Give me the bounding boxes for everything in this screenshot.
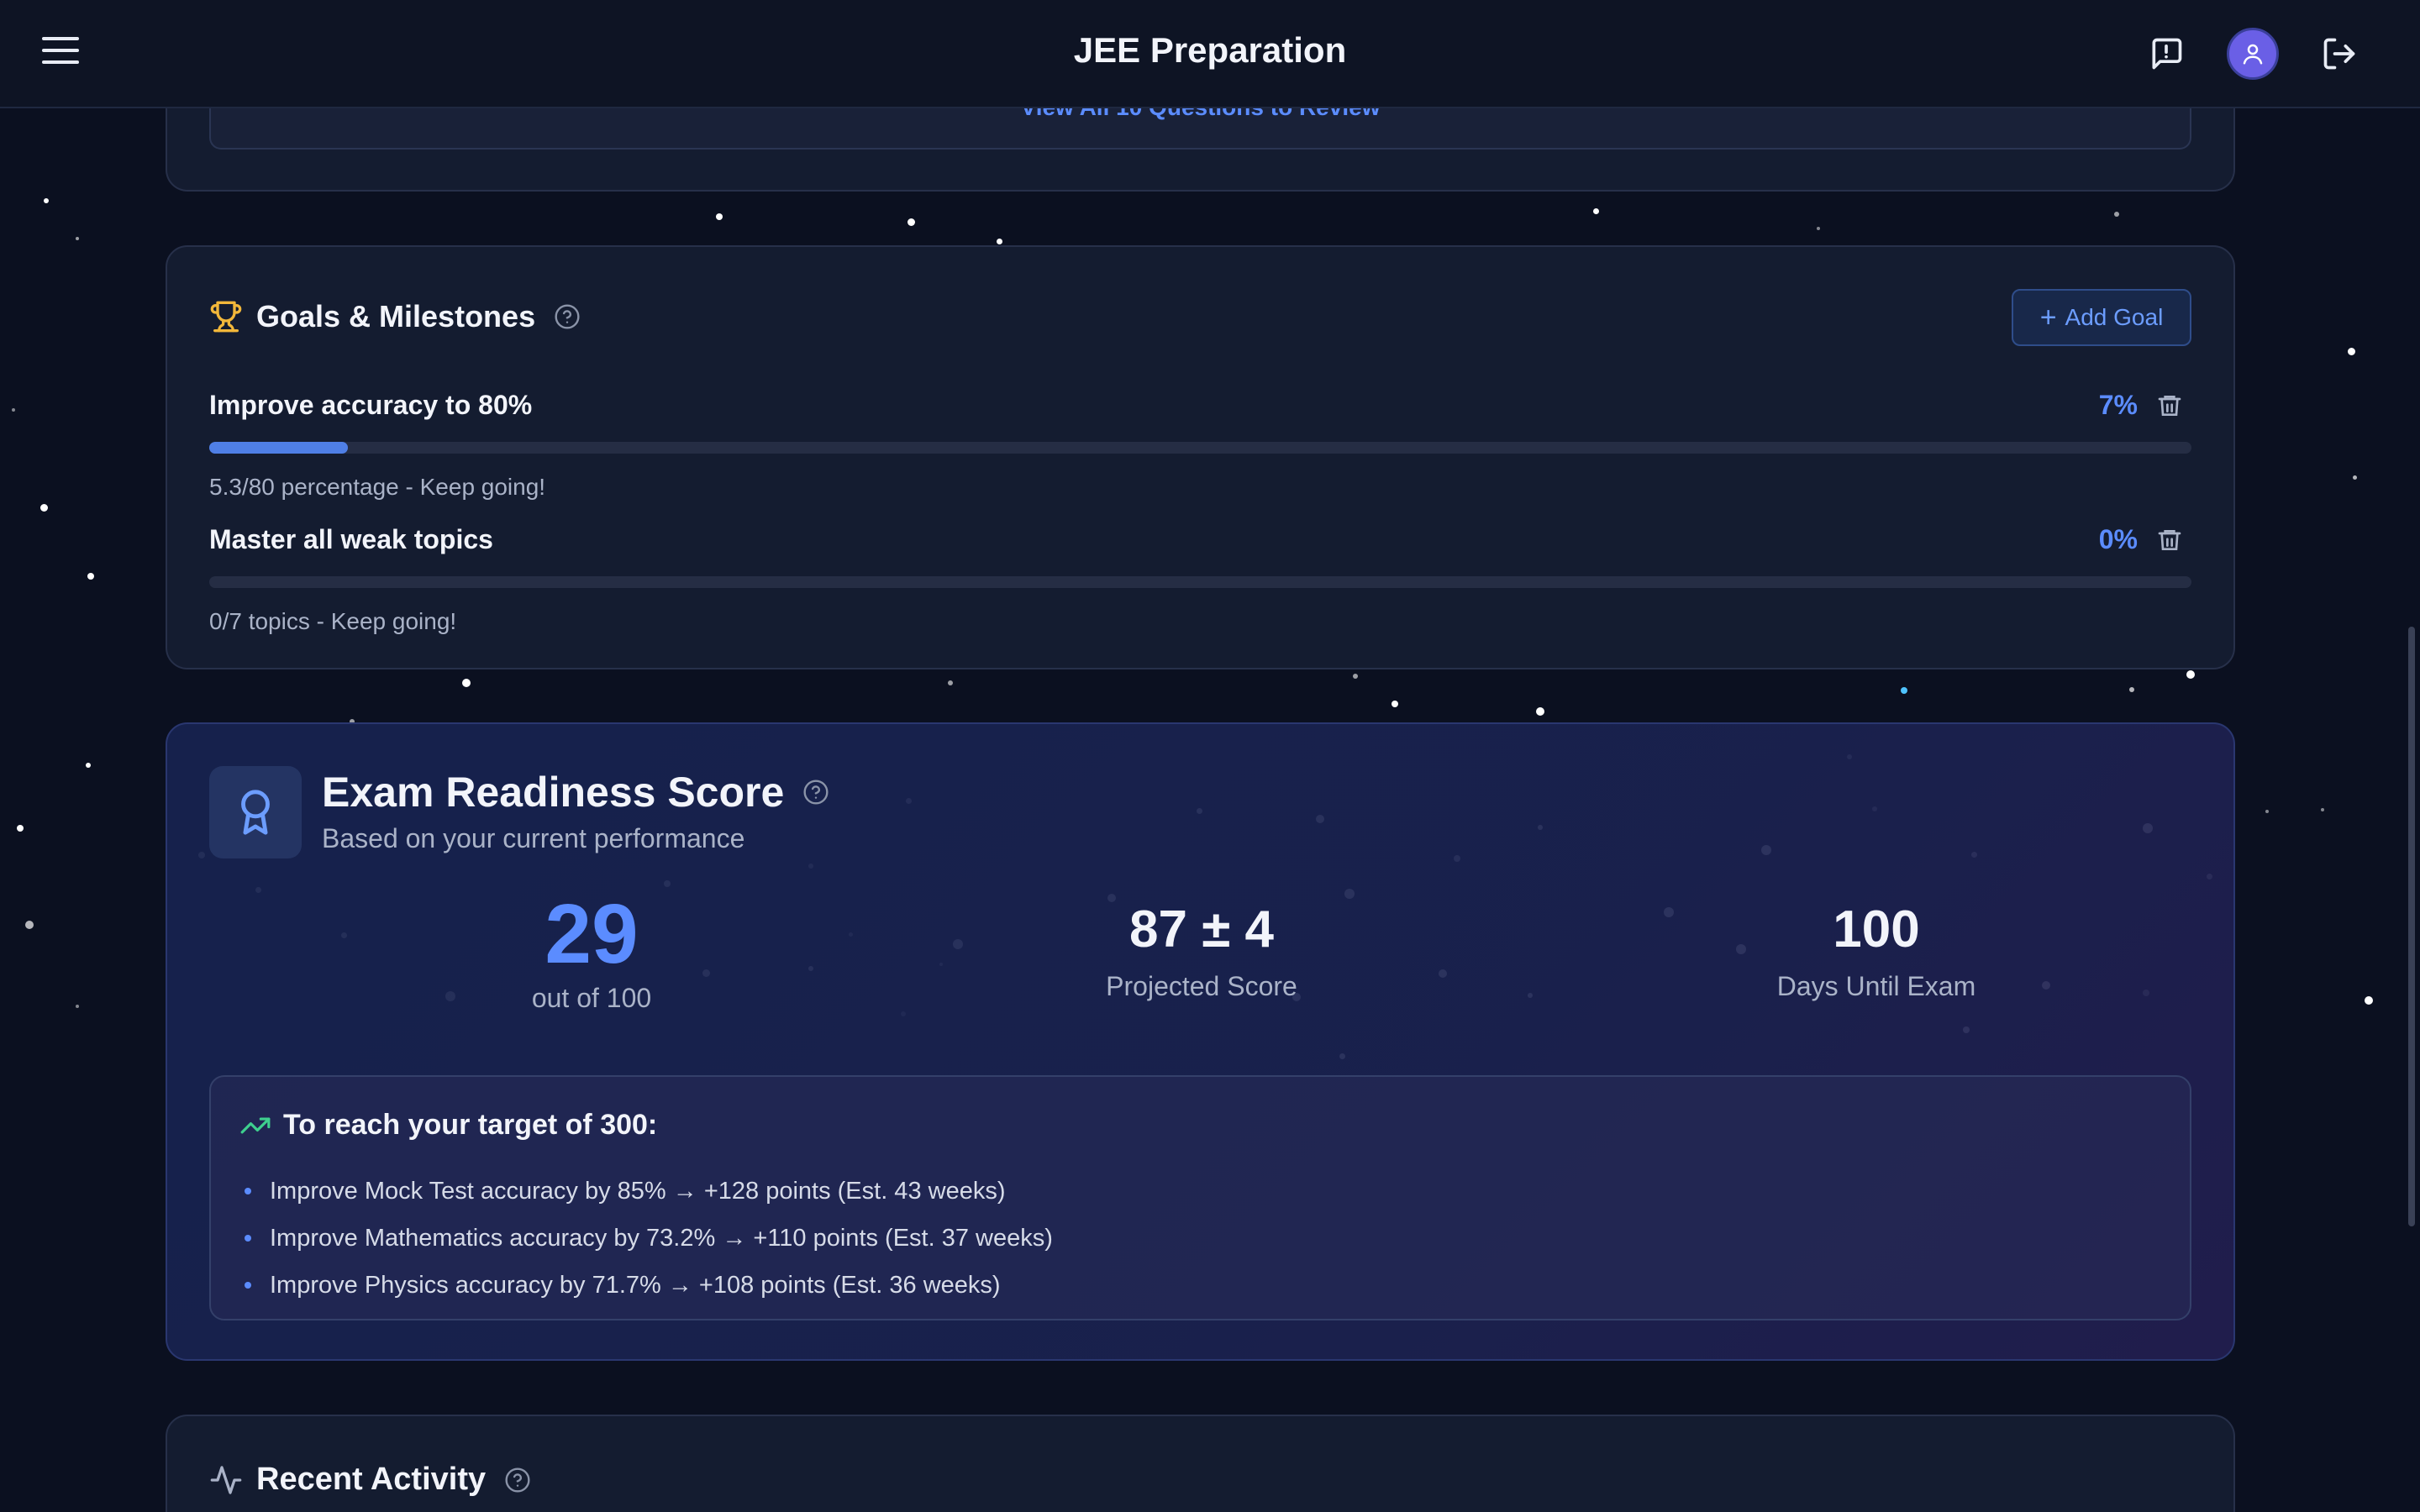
- logout-icon[interactable]: [2321, 35, 2358, 72]
- help-circle-icon[interactable]: [802, 779, 829, 806]
- projected-score-value: 87 ± 4: [1129, 900, 1274, 958]
- goals-card: Goals & Milestones + Add Goal Improve ac…: [166, 245, 2235, 669]
- activity-icon: [210, 1465, 242, 1494]
- days-until-exam-label: Days Until Exam: [1776, 971, 1976, 1001]
- top-app-bar: JEE Preparation: [0, 0, 2420, 108]
- improvement-tips-list: Improve Mock Test accuracy by 85% → +128…: [245, 1168, 1053, 1309]
- goal-percent: 0%: [2098, 524, 2138, 554]
- readiness-subtitle: Based on your current performance: [322, 823, 745, 853]
- goal-item: Improve accuracy to 80% 7% 5.3/80 percen…: [209, 390, 2191, 500]
- help-circle-icon[interactable]: [504, 1467, 531, 1494]
- days-until-exam-value: 100: [1833, 900, 1920, 958]
- goal-progress-fill: [209, 442, 349, 454]
- trending-up-icon: [240, 1117, 271, 1133]
- recent-activity-card: Recent Activity: [166, 1415, 2235, 1512]
- target-plan-box: To reach your target of 300: Improve Moc…: [209, 1075, 2191, 1320]
- projected-score-stat: 87 ± 4 Projected Score: [1034, 900, 1370, 1002]
- goal-title: Improve accuracy to 80%: [209, 390, 533, 420]
- list-item: Improve Mathematics accuracy by 73.2% → …: [245, 1215, 1053, 1262]
- exam-readiness-card: Exam Readiness Score Based on your curre…: [166, 722, 2235, 1361]
- tip-text: Improve Physics accuracy by 71.7% → +108…: [270, 1271, 1001, 1299]
- user-avatar[interactable]: [2227, 28, 2279, 80]
- trophy-icon: [210, 301, 242, 333]
- recent-activity-heading: Recent Activity: [256, 1462, 487, 1497]
- projected-score-label: Projected Score: [1106, 971, 1297, 1001]
- trash-icon[interactable]: [2156, 526, 2183, 554]
- list-item: Improve Mock Test accuracy by 85% → +128…: [245, 1168, 1053, 1215]
- user-icon: [2243, 44, 2263, 65]
- readiness-score-stat: 29 out of 100: [487, 892, 697, 1014]
- goals-heading: Goals & Milestones: [256, 299, 536, 333]
- readiness-heading: Exam Readiness Score: [322, 769, 785, 816]
- days-until-exam-stat: 100 Days Until Exam: [1708, 900, 2044, 1002]
- goal-note: 5.3/80 percentage - Keep going!: [209, 474, 546, 500]
- goal-title: Master all weak topics: [209, 524, 493, 554]
- goal-progress-track: [209, 442, 2191, 454]
- target-heading: To reach your target of 300:: [283, 1109, 658, 1141]
- add-goal-label: Add Goal: [2065, 304, 2164, 330]
- readiness-score-label: out of 100: [531, 983, 652, 1013]
- plus-icon: +: [2039, 302, 2057, 333]
- help-circle-icon[interactable]: [554, 303, 581, 330]
- tip-text: Improve Mathematics accuracy by 73.2% → …: [270, 1224, 1053, 1252]
- award-badge-icon: [209, 766, 302, 858]
- goal-note: 0/7 topics - Keep going!: [209, 608, 457, 634]
- add-goal-button[interactable]: + Add Goal: [2012, 289, 2191, 346]
- readiness-score-value: 29: [544, 887, 639, 981]
- list-item: Improve Physics accuracy by 71.7% → +108…: [245, 1262, 1053, 1309]
- trash-icon[interactable]: [2156, 391, 2183, 420]
- goal-percent: 7%: [2098, 390, 2138, 420]
- feedback-icon[interactable]: [2148, 35, 2185, 72]
- goal-progress-track: [209, 576, 2191, 588]
- page-scrollbar[interactable]: [2408, 627, 2415, 1226]
- goal-item: Master all weak topics 0% 0/7 topics - K…: [209, 524, 2191, 634]
- tip-text: Improve Mock Test accuracy by 85% → +128…: [270, 1177, 1006, 1205]
- page-title: JEE Preparation: [1073, 30, 1347, 70]
